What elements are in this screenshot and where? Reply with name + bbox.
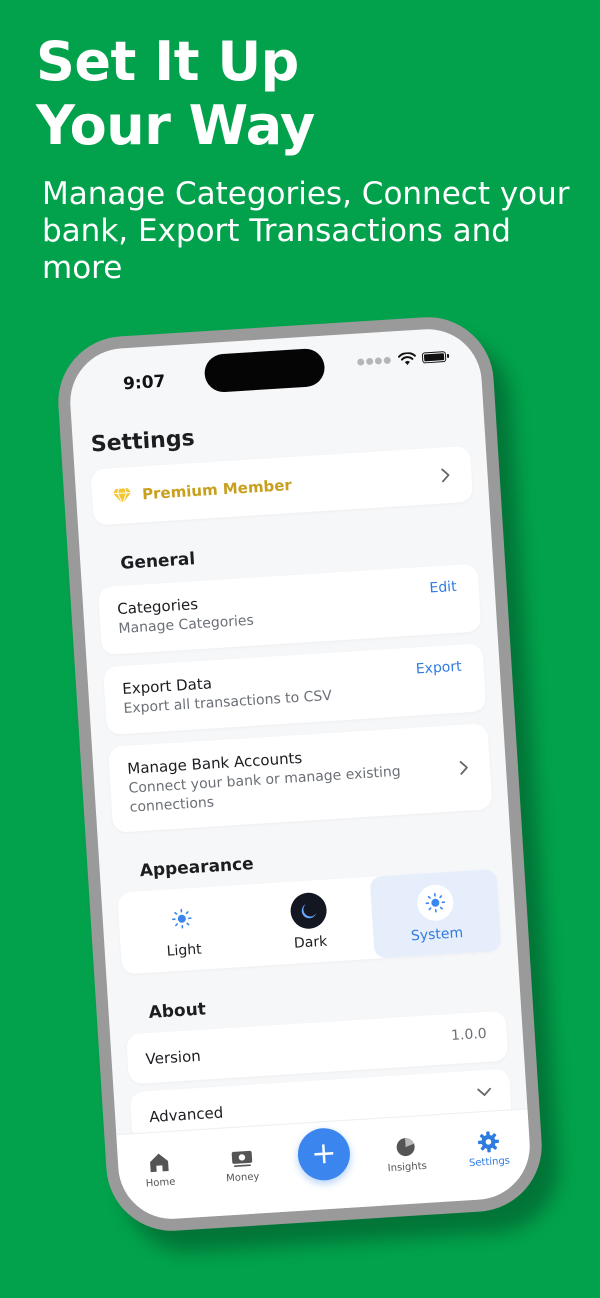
- system-sun-icon-wrap: [415, 883, 455, 922]
- status-icons: ●●●●: [356, 350, 447, 369]
- add-transaction-button[interactable]: +: [296, 1126, 352, 1182]
- tab-settings-label: Settings: [468, 1155, 511, 1170]
- signal-icon: ●●●●: [356, 354, 393, 368]
- diamond-icon: [112, 488, 132, 505]
- manage-bank-accounts-row[interactable]: Manage Bank Accounts Connect your bank o…: [107, 723, 493, 833]
- dynamic-island: [203, 347, 326, 394]
- chevron-right-icon: [441, 468, 450, 483]
- edit-categories-button[interactable]: Edit: [429, 579, 457, 597]
- tab-insights[interactable]: Insights: [370, 1133, 442, 1175]
- phone-mockup: 9:07 ●●●● Settings Premium Member Genera…: [54, 313, 546, 1235]
- appearance-dark-label: Dark: [293, 933, 328, 952]
- money-icon: [231, 1150, 252, 1167]
- export-button[interactable]: Export: [415, 659, 462, 678]
- premium-member-card[interactable]: Premium Member: [90, 445, 474, 526]
- version-value: 1.0.0: [450, 1025, 488, 1045]
- appearance-system-label: System: [410, 925, 464, 945]
- premium-label: Premium Member: [141, 475, 293, 504]
- tab-home[interactable]: Home: [124, 1148, 196, 1190]
- moon-icon-wrap: [289, 891, 328, 930]
- home-icon: [150, 1153, 169, 1173]
- sun-icon-wrap: [163, 900, 201, 938]
- appearance-system-option[interactable]: System: [369, 868, 502, 959]
- moon-icon: [301, 903, 317, 919]
- settings-content: Settings Premium Member General Categori…: [88, 409, 513, 1143]
- appearance-light-label: Light: [166, 941, 203, 960]
- categories-row: Categories Manage Categories Edit: [97, 563, 482, 656]
- sun-icon: [172, 908, 192, 929]
- tab-settings[interactable]: Settings: [453, 1128, 525, 1170]
- promo-headline: Set It Up Your Way: [36, 30, 315, 157]
- export-data-row: Export Data Export all transactions to C…: [102, 643, 487, 736]
- appearance-light-option[interactable]: Light: [117, 885, 249, 975]
- tab-money[interactable]: Money: [206, 1143, 278, 1185]
- plus-icon: +: [310, 1135, 338, 1173]
- wifi-icon: [397, 352, 416, 365]
- battery-icon: [421, 351, 447, 364]
- gear-icon: [477, 1131, 499, 1153]
- phone-screen: 9:07 ●●●● Settings Premium Member Genera…: [67, 325, 533, 1223]
- tab-add[interactable]: +: [288, 1126, 360, 1182]
- status-time: 9:07: [122, 371, 167, 395]
- appearance-selector: Light Dark System: [117, 868, 502, 975]
- pie-chart-icon: [396, 1138, 415, 1157]
- tab-home-label: Home: [145, 1176, 176, 1190]
- tab-money-label: Money: [225, 1171, 260, 1185]
- appearance-dark-option[interactable]: Dark: [244, 877, 376, 967]
- promo-subheadline: Manage Categories, Connect your bank, Ex…: [42, 176, 570, 286]
- tab-insights-label: Insights: [387, 1160, 428, 1175]
- system-sun-icon: [425, 892, 445, 913]
- advanced-label: Advanced: [148, 1103, 224, 1127]
- chevron-right-icon: [459, 760, 468, 775]
- version-label: Version: [145, 1046, 202, 1069]
- chevron-down-icon: [477, 1087, 492, 1096]
